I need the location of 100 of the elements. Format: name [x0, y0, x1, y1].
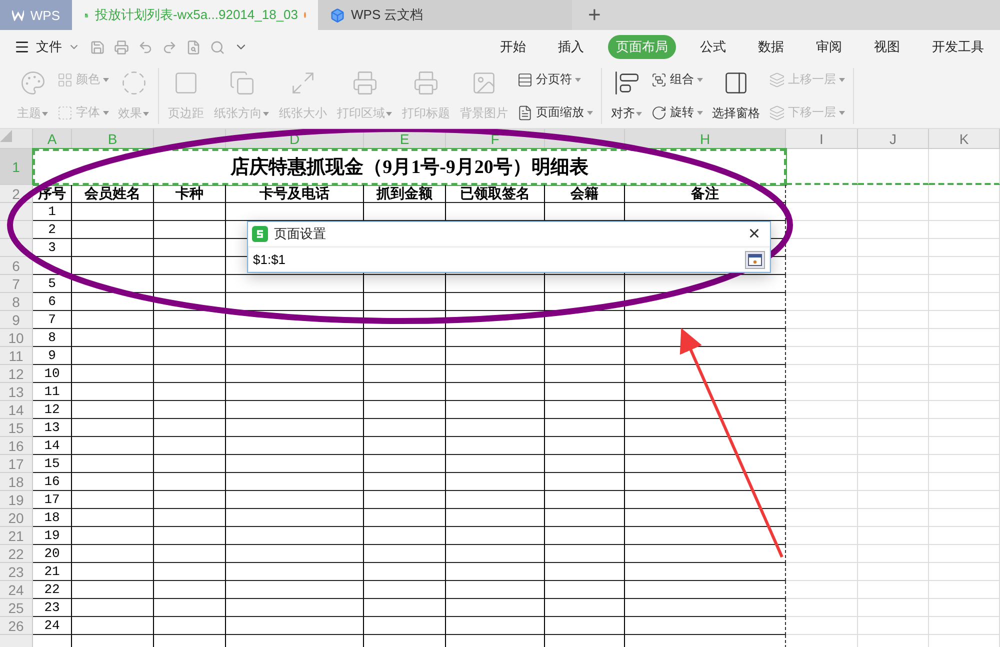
row-header[interactable]: 10 [0, 329, 33, 347]
page-break-icon [517, 72, 533, 88]
empty-cell [154, 329, 226, 347]
column-header[interactable]: J [858, 129, 929, 149]
collapse-button[interactable] [745, 250, 765, 268]
empty-cell [858, 221, 929, 239]
new-tab-button[interactable]: + [572, 0, 617, 30]
ribbon-tab[interactable]: 数据 [750, 35, 792, 59]
rotate-icon [651, 104, 667, 120]
row-header[interactable]: 16 [0, 437, 33, 455]
tab[interactable]: 投放计划列表-wx5a...92014_18_03 [72, 0, 318, 30]
table-cell: 8 [33, 329, 72, 347]
column-header[interactable]: B [72, 129, 154, 149]
row-header[interactable]: 9 [0, 311, 33, 329]
empty-cell [154, 527, 226, 545]
column-header[interactable]: K [929, 129, 1000, 149]
empty-cell [858, 149, 929, 185]
row-header[interactable]: 23 [0, 563, 33, 581]
ribbon-button[interactable]: 选择窗格 [709, 68, 763, 124]
empty-cell [858, 599, 929, 617]
empty-cell [929, 509, 1000, 527]
caret-icon [103, 110, 109, 114]
caret-icon [575, 78, 581, 82]
column-header[interactable]: A [33, 129, 72, 149]
row-header[interactable]: 20 [0, 509, 33, 527]
empty-cell [858, 545, 929, 563]
row-header[interactable]: 1 [0, 149, 33, 185]
empty-cell [929, 293, 1000, 311]
layers-icon [769, 72, 785, 88]
row-header[interactable]: 13 [0, 383, 33, 401]
table-cell: 12 [33, 401, 72, 419]
empty-cell [154, 293, 226, 311]
save-icon[interactable] [90, 40, 105, 54]
row-header[interactable]: 7 [0, 275, 33, 293]
empty-cell [154, 473, 226, 491]
spreadsheet-logo-icon [252, 226, 268, 242]
ribbon-tab[interactable]: 开发工具 [924, 35, 992, 59]
empty-cell [786, 239, 858, 257]
column-title: 卡种 [154, 185, 226, 203]
preview-icon[interactable] [186, 40, 201, 54]
row-header[interactable]: 22 [0, 545, 33, 563]
column-header[interactable]: I [786, 129, 858, 149]
ribbon-tab[interactable]: 审阅 [808, 35, 850, 59]
select-all-corner[interactable] [0, 129, 33, 149]
range-field[interactable]: $1:$1 [248, 247, 770, 272]
tab[interactable]: WPS 云文档 [318, 0, 572, 30]
row-header[interactable]: 19 [0, 491, 33, 509]
empty-cell [929, 257, 1000, 275]
group-icon [651, 72, 667, 88]
ribbon-button[interactable]: 组合 [649, 70, 705, 89]
row-header[interactable]: 25 [0, 599, 33, 617]
column-title: 会籍 [545, 185, 625, 203]
ribbon-button[interactable]: 对齐 [608, 68, 645, 124]
close-button[interactable]: × [742, 224, 766, 244]
table-cell: 14 [33, 437, 72, 455]
empty-cell [929, 311, 1000, 329]
empty-cell [858, 401, 929, 419]
row-header[interactable]: 12 [0, 365, 33, 383]
empty-cell [786, 365, 858, 383]
printer-icon [352, 70, 378, 96]
table-cell: 20 [33, 545, 72, 563]
file-menu[interactable]: 文件 [14, 38, 80, 56]
ribbon-tab[interactable]: 公式 [692, 35, 734, 59]
row-header[interactable]: 26 [0, 617, 33, 635]
caret-icon [697, 78, 703, 82]
row-header[interactable]: 11 [0, 347, 33, 365]
column-header[interactable]: H [625, 129, 786, 149]
row-header[interactable]: 6 [0, 257, 33, 275]
empty-cell [154, 599, 226, 617]
ribbon-tab[interactable]: 开始 [492, 35, 534, 59]
row-header[interactable]: 17 [0, 455, 33, 473]
ribbon-tab[interactable]: 插入 [550, 35, 592, 59]
ribbon-tab[interactable]: 页面布局 [608, 35, 676, 59]
search-icon[interactable] [210, 40, 225, 54]
ribbon-button[interactable]: 分页符 [515, 70, 595, 89]
ribbon-button[interactable]: 页面缩放 [515, 103, 595, 122]
redo-icon[interactable] [162, 40, 177, 54]
empty-cell [929, 239, 1000, 257]
empty-cell [858, 275, 929, 293]
empty-cell [786, 491, 858, 509]
row-header[interactable]: 14 [0, 401, 33, 419]
ribbon-button[interactable]: 旋转 [649, 103, 705, 122]
caret-icon [697, 110, 703, 114]
empty-cell [858, 293, 929, 311]
empty-cell [858, 203, 929, 221]
undo-icon[interactable] [138, 40, 153, 54]
row-header[interactable]: 15 [0, 419, 33, 437]
row-header[interactable]: 18 [0, 473, 33, 491]
dashed-circle-icon [120, 70, 146, 96]
row-header[interactable]: 24 [0, 581, 33, 599]
row-header[interactable]: 21 [0, 527, 33, 545]
printer-icon[interactable] [114, 40, 129, 54]
empty-cell [786, 455, 858, 473]
caret-icon [263, 112, 269, 116]
column-title: 卡号及电话 [226, 185, 364, 203]
tab[interactable]: WPS [0, 0, 72, 30]
layers-icon [769, 104, 785, 120]
row-header[interactable]: 8 [0, 293, 33, 311]
empty-cell [929, 617, 1000, 635]
ribbon-tab[interactable]: 视图 [866, 35, 908, 59]
